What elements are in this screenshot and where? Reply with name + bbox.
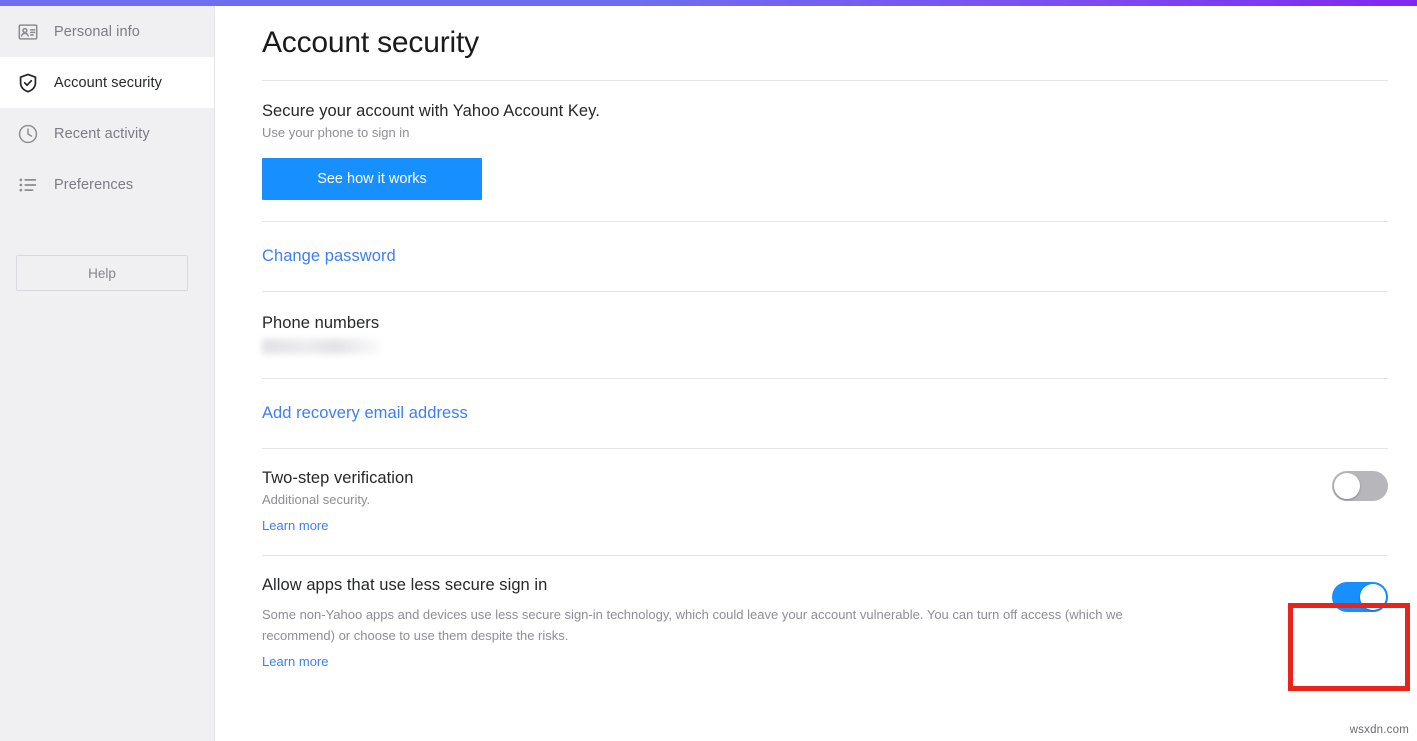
section-change-password: Change password [262, 221, 1388, 291]
account-key-heading: Secure your account with Yahoo Account K… [262, 102, 1258, 121]
help-button[interactable]: Help [16, 255, 188, 291]
sidebar-item-account-security[interactable]: Account security [0, 57, 214, 108]
account-key-subtext: Use your phone to sign in [262, 124, 1258, 143]
shield-check-icon [15, 70, 41, 96]
sidebar-item-label: Account security [54, 75, 162, 91]
phone-number-redacted-value [262, 339, 380, 354]
sidebar-item-preferences[interactable]: Preferences [0, 159, 214, 210]
sidebar-item-label: Preferences [54, 177, 133, 193]
sidebar-item-label: Personal info [54, 24, 140, 40]
account-security-page: Personal info Account security [0, 0, 1417, 741]
content-container: Account security Secure your account wit… [216, 6, 1417, 691]
less-secure-apps-body: Some non-Yahoo apps and devices use less… [262, 604, 1142, 646]
less-secure-apps-learn-more-link[interactable]: Learn more [262, 654, 328, 669]
clock-icon [15, 121, 41, 147]
section-body: Secure your account with Yahoo Account K… [262, 81, 1258, 221]
section-two-step-verification: Two-step verification Additional securit… [262, 448, 1388, 555]
two-step-heading: Two-step verification [262, 469, 1258, 488]
section-phone-numbers[interactable]: Phone numbers [262, 291, 1388, 378]
toggle-knob [1360, 584, 1386, 610]
toggle-knob [1334, 473, 1360, 499]
list-icon [15, 172, 41, 198]
page-title: Account security [262, 6, 1388, 80]
section-recovery-email: Add recovery email address [262, 378, 1388, 448]
sidebar-item-label: Recent activity [54, 126, 150, 142]
two-step-verification-toggle[interactable] [1332, 471, 1388, 501]
sidebar-item-recent-activity[interactable]: Recent activity [0, 108, 214, 159]
two-step-learn-more-link[interactable]: Learn more [262, 518, 328, 533]
add-recovery-email-link[interactable]: Add recovery email address [262, 404, 468, 422]
change-password-link[interactable]: Change password [262, 247, 396, 265]
section-body: Add recovery email address [262, 379, 1258, 448]
section-body: Phone numbers [262, 292, 1258, 378]
main-panel: Account security Secure your account wit… [216, 6, 1417, 741]
see-how-it-works-button[interactable]: See how it works [262, 158, 482, 200]
id-card-icon [15, 19, 41, 45]
help-section: Help [0, 210, 214, 291]
less-secure-apps-heading: Allow apps that use less secure sign in [262, 576, 1258, 595]
sidebar-item-personal-info[interactable]: Personal info [0, 6, 214, 57]
section-body: Change password [262, 222, 1258, 291]
section-less-secure-apps: Allow apps that use less secure sign in … [262, 555, 1388, 691]
top-accent-bar [0, 0, 1417, 6]
two-step-subtext: Additional security. [262, 491, 1258, 510]
section-body: Two-step verification Additional securit… [262, 449, 1258, 555]
sidebar-nav: Personal info Account security [0, 6, 214, 210]
phone-numbers-heading: Phone numbers [262, 314, 1258, 333]
less-secure-apps-toggle[interactable] [1332, 582, 1388, 612]
watermark: wsxdn.com [1350, 724, 1409, 736]
sidebar: Personal info Account security [0, 6, 215, 741]
section-body: Allow apps that use less secure sign in … [262, 556, 1258, 691]
section-account-key: Secure your account with Yahoo Account K… [262, 80, 1388, 221]
